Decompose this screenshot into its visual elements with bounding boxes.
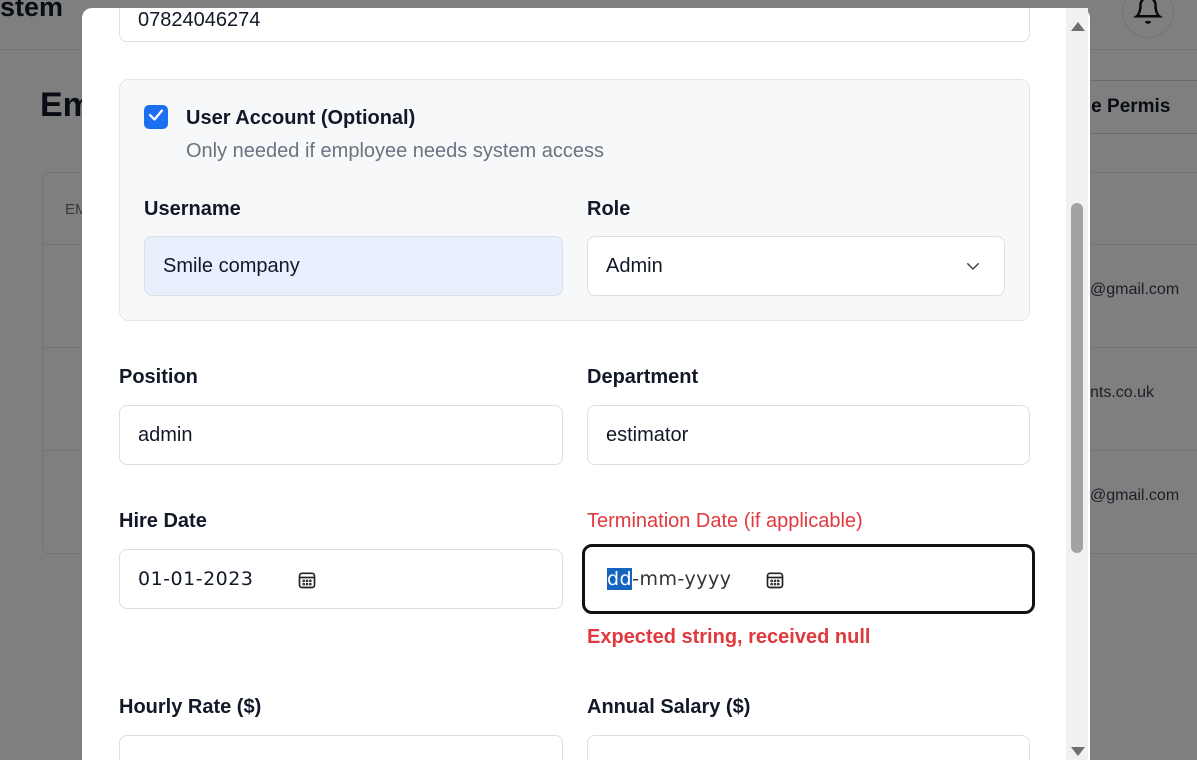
scroll-down-arrow-icon[interactable] [1071,747,1085,756]
user-account-section: User Account (Optional) Only needed if e… [119,79,1030,321]
termination-date-label: Termination Date (if applicable) [587,510,863,532]
role-value: Admin [606,254,663,277]
hire-date-value: 01-01-2023 [138,568,254,590]
user-account-checkbox[interactable] [144,105,168,129]
department-label: Department [587,366,699,388]
department-input[interactable]: estimator [587,405,1030,465]
modal-scrollbar[interactable] [1066,8,1088,760]
employee-form-modal: 07824046274 User Account (Optional) Only… [82,8,1090,760]
termination-day-segment[interactable]: dd [607,568,633,590]
annual-salary-input[interactable] [587,735,1030,760]
user-account-title: User Account (Optional) [186,107,416,129]
scroll-thumb[interactable] [1071,203,1083,553]
position-input[interactable]: admin [119,405,563,465]
username-label: Username [144,198,241,220]
calendar-icon[interactable] [765,570,785,596]
username-input[interactable]: Smile company [144,236,563,296]
hire-date-label: Hire Date [119,510,207,532]
position-value: admin [138,423,193,446]
hourly-rate-input[interactable] [119,735,563,760]
position-label: Position [119,366,198,388]
username-value: Smile company [163,254,300,277]
termination-date-placeholder: -mm-yyyy [632,568,732,590]
termination-date-input[interactable]: dd -mm-yyyy [582,544,1035,614]
chevron-down-icon [964,257,982,281]
scroll-up-arrow-icon[interactable] [1071,22,1085,31]
calendar-icon[interactable] [297,570,317,596]
department-value: estimator [606,423,689,446]
role-label: Role [587,198,631,220]
phone-input[interactable]: 07824046274 [119,8,1030,42]
modal-content: 07824046274 User Account (Optional) Only… [82,8,1068,760]
termination-date-error: Expected string, received null [587,626,871,648]
check-icon [147,106,165,129]
hourly-rate-label: Hourly Rate ($) [119,696,262,718]
phone-value: 07824046274 [138,8,261,31]
annual-salary-label: Annual Salary ($) [587,696,751,718]
role-select[interactable]: Admin [587,236,1005,296]
user-account-subtitle: Only needed if employee needs system acc… [186,140,604,162]
hire-date-input[interactable]: 01-01-2023 [119,549,563,609]
